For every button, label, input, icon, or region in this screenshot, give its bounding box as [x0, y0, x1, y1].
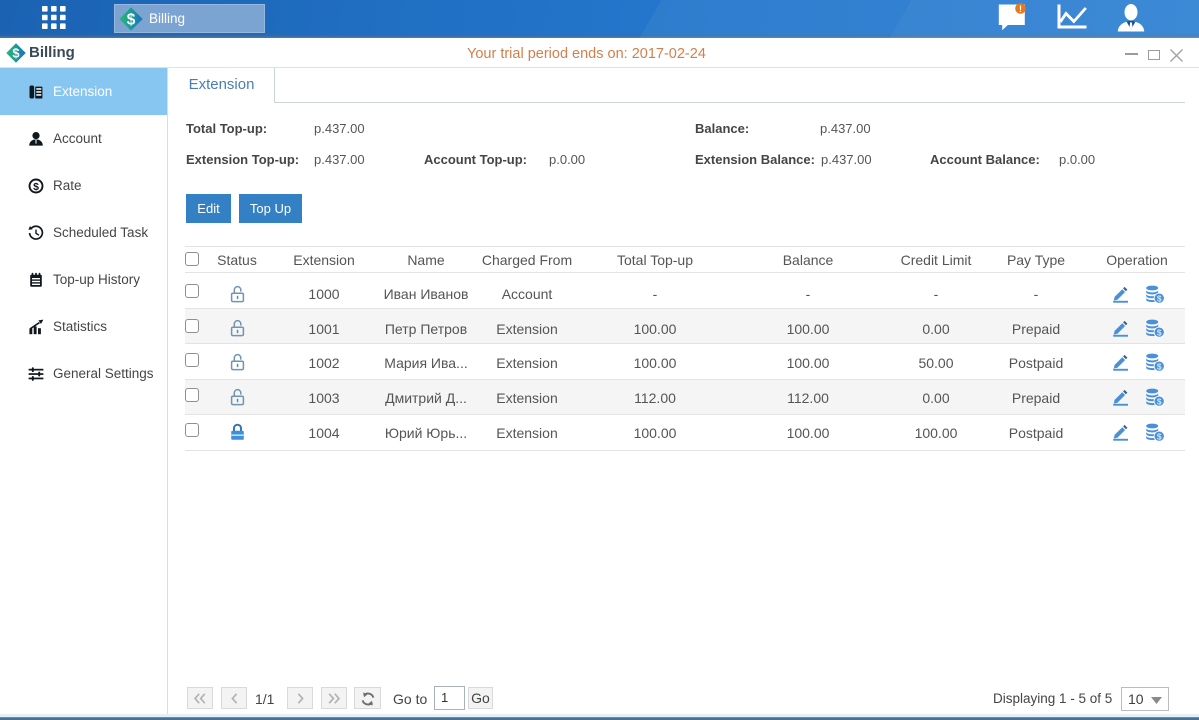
- svg-text:$: $: [33, 180, 39, 192]
- svg-text:$: $: [1157, 362, 1162, 372]
- svg-text:$: $: [1157, 293, 1162, 303]
- svg-text:$: $: [12, 46, 19, 61]
- svg-text:$: $: [1157, 431, 1162, 441]
- svg-text:$: $: [1157, 327, 1162, 337]
- svg-text:$: $: [1157, 396, 1162, 406]
- svg-text:!: !: [1019, 4, 1022, 14]
- svg-text:$: $: [127, 11, 136, 28]
